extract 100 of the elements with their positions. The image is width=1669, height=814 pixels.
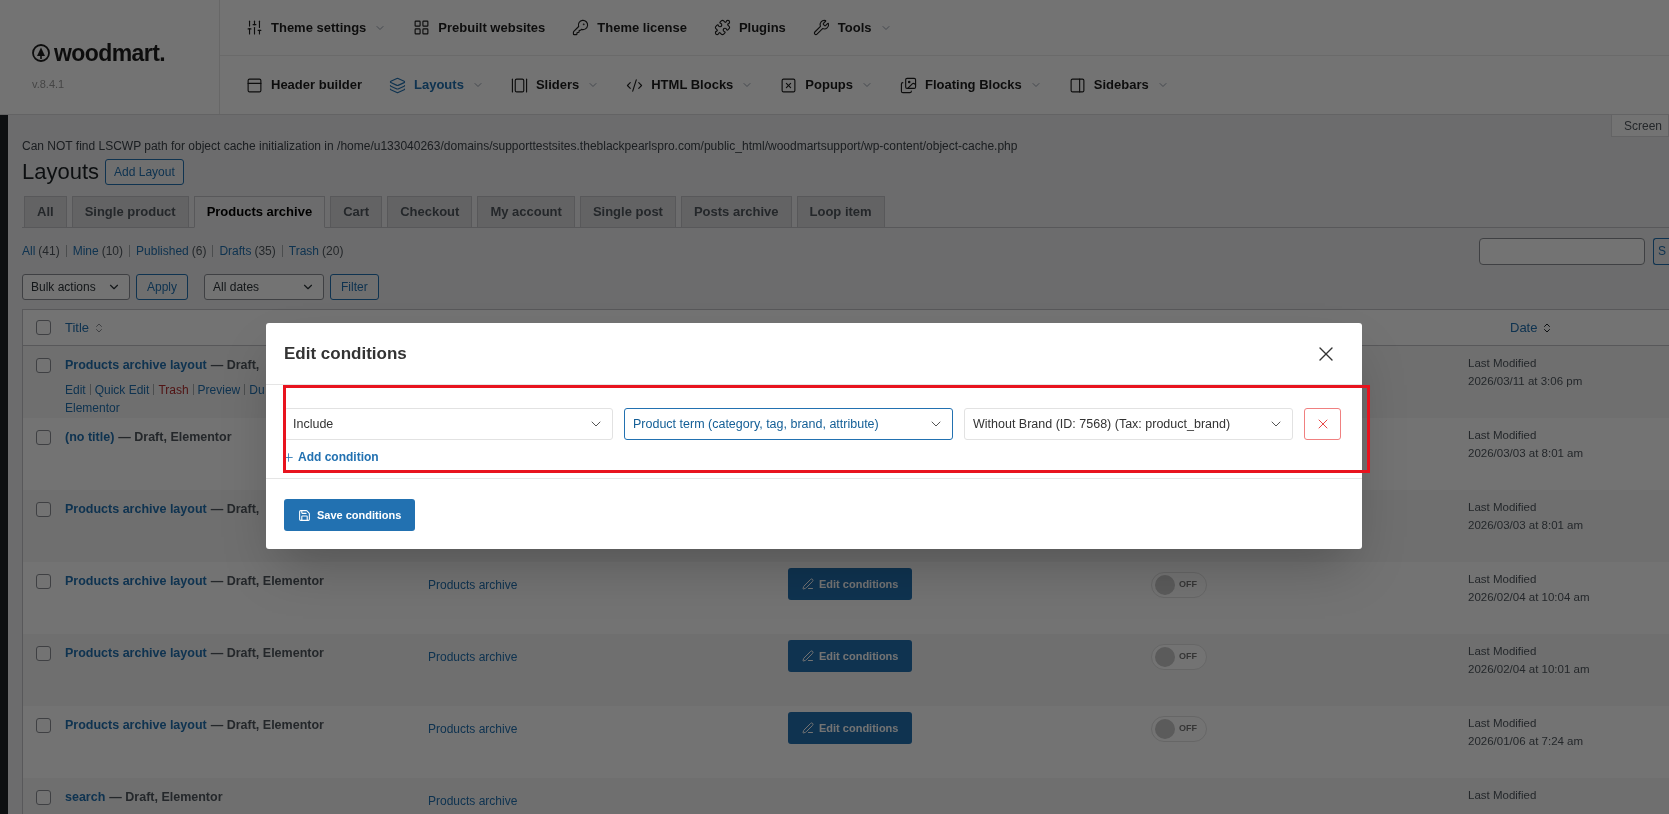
layout-type-link[interactable]: Products archive xyxy=(428,650,518,664)
layout-type-link[interactable]: Products archive xyxy=(428,722,518,736)
nav-item[interactable]: Prebuilt websites xyxy=(413,17,546,38)
post-status: — Draft, xyxy=(210,501,260,518)
nav-item[interactable]: Plugins xyxy=(713,17,786,38)
post-title-link[interactable]: Products archive layout xyxy=(65,716,207,735)
toggle-switch[interactable]: OFF xyxy=(1151,644,1207,670)
pencil-icon xyxy=(802,578,814,590)
pencil-icon xyxy=(802,650,814,662)
grid-icon xyxy=(413,19,431,36)
row-action-link[interactable]: Edit xyxy=(65,380,86,399)
toggle-switch[interactable]: OFF xyxy=(1151,572,1207,598)
checkbox[interactable] xyxy=(36,358,51,373)
screen-options-tab[interactable]: Screen xyxy=(1610,115,1669,137)
row-action-link[interactable]: Preview xyxy=(197,380,241,399)
bulk-actions-select[interactable]: Bulk actions xyxy=(22,274,130,300)
nav-item[interactable]: Layouts xyxy=(389,75,484,95)
post-status: — Draft, xyxy=(210,357,260,374)
column-header[interactable]: Title xyxy=(65,317,90,338)
add-condition-link[interactable]: Add condition xyxy=(282,448,379,466)
nav-item[interactable]: Sidebars xyxy=(1068,75,1169,95)
post-status: — Draft, Elementor xyxy=(210,573,324,590)
tab[interactable]: Products archive xyxy=(193,196,326,228)
tab[interactable]: Checkout xyxy=(387,196,473,228)
apply-button[interactable]: Apply xyxy=(136,274,189,300)
search-field[interactable] xyxy=(1479,237,1645,265)
view-filter-link[interactable]: All xyxy=(22,242,36,260)
row-action-link[interactable]: Trash xyxy=(158,380,189,399)
wrench-icon xyxy=(812,19,830,36)
key-icon xyxy=(572,19,590,36)
condition-select[interactable]: Product term (category, tag, brand, attribute) xyxy=(624,408,953,440)
post-title-link[interactable]: search xyxy=(65,788,106,807)
row-action-link[interactable]: Du xyxy=(249,380,265,399)
date-label: Last Modified xyxy=(1468,644,1538,659)
toggle-switch[interactable]: OFF xyxy=(1151,716,1207,742)
post-status: — Draft, Elementor xyxy=(210,717,324,734)
post-title-link[interactable]: Products archive layout xyxy=(65,644,207,663)
checkbox[interactable] xyxy=(36,430,51,445)
tab[interactable]: Single post xyxy=(579,196,676,228)
remove-condition-button[interactable] xyxy=(1304,408,1341,440)
dates-select[interactable]: All dates xyxy=(204,274,325,300)
square-x-icon xyxy=(780,76,798,94)
date-label: Last Modified xyxy=(1468,500,1538,515)
tab[interactable]: All xyxy=(24,196,67,228)
tab[interactable]: Cart xyxy=(330,196,383,228)
nav-item[interactable]: Popups xyxy=(780,75,873,95)
gallery-icon xyxy=(510,76,528,94)
row-action-link[interactable]: Quick Edit xyxy=(94,380,150,399)
layout-type-link[interactable]: Products archive xyxy=(428,578,518,592)
view-count: (20) xyxy=(322,243,344,260)
page-title: Layouts xyxy=(22,158,100,186)
checkbox[interactable] xyxy=(36,646,51,661)
tab[interactable]: Loop item xyxy=(796,196,885,228)
tab[interactable]: Posts archive xyxy=(680,196,792,228)
date-label: Last Modified xyxy=(1468,788,1538,803)
nav-item[interactable]: Tools xyxy=(812,17,892,38)
view-filter-link[interactable]: Mine xyxy=(72,242,99,260)
date-value: 2026/03/11 at 3:06 pm xyxy=(1468,374,1584,389)
filter-button[interactable]: Filter xyxy=(330,274,379,300)
tree-logo-icon xyxy=(32,43,50,62)
post-status: — Draft, Elementor xyxy=(109,789,223,806)
condition-select[interactable]: Without Brand (ID: 7568) (Tax: product_brand) xyxy=(964,408,1293,440)
edit-conditions-button[interactable]: Edit conditions xyxy=(788,712,913,744)
view-count: (6) xyxy=(191,243,207,260)
puzzle-icon xyxy=(713,19,731,36)
nav-item[interactable]: HTML Blocks xyxy=(626,75,754,95)
checkbox[interactable] xyxy=(36,574,51,589)
layers-icon xyxy=(389,76,407,94)
add-layout-button[interactable]: Add Layout xyxy=(105,158,184,185)
post-title-link[interactable]: Products archive layout xyxy=(65,500,207,519)
post-title-link[interactable]: (no title) xyxy=(65,428,115,447)
column-header[interactable]: Date xyxy=(1510,317,1538,338)
date-value: 2026/01/06 at 7:24 am xyxy=(1468,734,1585,749)
tab[interactable]: My account xyxy=(477,196,575,228)
panel-icon xyxy=(1068,76,1086,94)
post-title-link[interactable]: Products archive layout xyxy=(65,572,207,591)
edit-conditions-button[interactable]: Edit conditions xyxy=(788,568,913,600)
notice-text: Can NOT find LSCWP path for object cache initialization in /home/u133040263/domains/supporttestsites.theblackpearlspro.com/public_html/woodmartsupport/wp-content/object-cache.php xyxy=(22,139,1019,153)
save-conditions-button[interactable]: Save conditions xyxy=(284,499,416,531)
view-filter-link[interactable]: Published xyxy=(136,242,189,260)
view-filter-link[interactable]: Drafts xyxy=(219,242,252,260)
window-icon xyxy=(246,76,263,94)
view-filter-link[interactable]: Trash xyxy=(288,242,320,260)
checkbox[interactable] xyxy=(36,320,51,335)
edit-conditions-button[interactable]: Edit conditions xyxy=(788,640,913,672)
post-title-link[interactable]: Products archive layout xyxy=(65,356,207,375)
date-label: Last Modified xyxy=(1468,572,1538,587)
checkbox[interactable] xyxy=(36,718,51,733)
search-button[interactable]: S xyxy=(1653,237,1669,265)
nav-item[interactable]: Theme settings xyxy=(246,17,387,38)
nav-item[interactable]: Theme license xyxy=(572,17,687,38)
date-value: 2026/03/03 at 8:01 am xyxy=(1468,518,1585,533)
nav-item[interactable]: Sliders xyxy=(510,75,600,95)
tab[interactable]: Single product xyxy=(71,196,189,228)
layout-type-link[interactable]: Products archive xyxy=(428,794,518,808)
checkbox[interactable] xyxy=(36,502,51,517)
nav-item[interactable]: Floating Blocks xyxy=(900,75,1042,95)
view-count: (35) xyxy=(254,243,276,260)
nav-item[interactable]: Header builder xyxy=(246,75,363,95)
checkbox[interactable] xyxy=(36,790,51,805)
